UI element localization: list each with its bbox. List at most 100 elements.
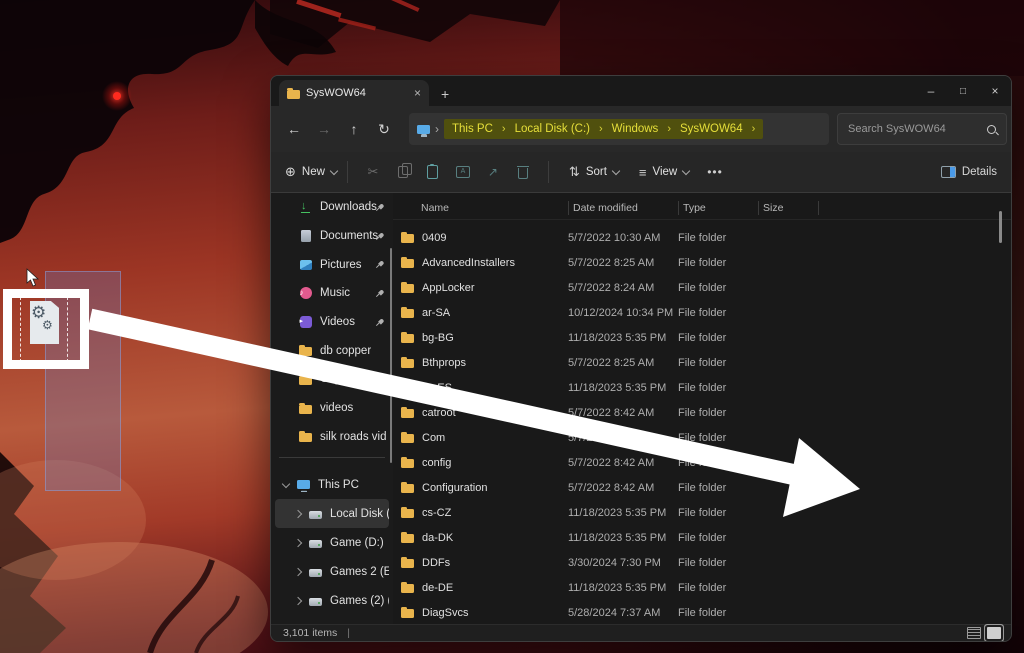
table-row[interactable]: AppLocker5/7/2022 8:24 AMFile folder bbox=[393, 275, 1011, 300]
details-label: Details bbox=[962, 166, 997, 178]
pictures-icon bbox=[299, 258, 312, 271]
chevron-right-icon[interactable] bbox=[294, 596, 302, 604]
pin-icon bbox=[373, 316, 386, 329]
minimize-button[interactable]: – bbox=[915, 76, 947, 106]
file-type: File folder bbox=[678, 357, 758, 369]
plus-circle-icon: ⊕ bbox=[285, 164, 296, 180]
search-input[interactable] bbox=[846, 122, 987, 136]
sidebar-item-silk-roads-videos[interactable]: silk roads videos bbox=[271, 423, 393, 452]
file-type: File folder bbox=[678, 332, 758, 344]
breadcrumb-this-pc[interactable]: This PC bbox=[452, 123, 493, 135]
search-box[interactable] bbox=[837, 113, 1007, 145]
chevron-right-icon[interactable] bbox=[294, 509, 302, 517]
column-divider[interactable] bbox=[678, 201, 679, 215]
table-row[interactable]: catroot5/7/2022 8:42 AMFile folder bbox=[393, 400, 1011, 425]
tree-item-games-2-e-[interactable]: Games 2 (E:) bbox=[275, 557, 389, 586]
sidebar-item-pictures[interactable]: Pictures bbox=[271, 250, 393, 279]
chevron-down-icon bbox=[612, 166, 620, 174]
file-name: DDFs bbox=[422, 557, 450, 569]
table-row[interactable]: Com5/7/2022 8:42 AMFile folder bbox=[393, 425, 1011, 450]
breadcrumb-separator: › bbox=[435, 122, 439, 136]
close-button[interactable]: × bbox=[979, 76, 1011, 106]
folder-icon bbox=[401, 334, 414, 343]
tree-item-local-disk-c-[interactable]: Local Disk (C:) bbox=[275, 499, 389, 528]
table-row[interactable]: bg-BG11/18/2023 5:35 PMFile folder bbox=[393, 325, 1011, 350]
up-button[interactable]: ↑ bbox=[339, 121, 369, 137]
tree-item-label: Game (D:) bbox=[330, 537, 384, 549]
new-button[interactable]: ⊕ New bbox=[285, 164, 337, 180]
share-button[interactable]: ↗ bbox=[478, 165, 508, 179]
close-tab-icon[interactable]: × bbox=[414, 87, 421, 99]
chevron-right-icon[interactable] bbox=[294, 567, 302, 575]
sidebar-item-documents[interactable]: Documents bbox=[271, 222, 393, 251]
details-pane-button[interactable]: Details bbox=[941, 166, 997, 178]
column-header-size[interactable]: Size bbox=[763, 202, 818, 214]
table-row[interactable]: Bthprops5/7/2022 8:25 AMFile folder bbox=[393, 350, 1011, 375]
table-row[interactable]: Configuration5/7/2022 8:42 AMFile folder bbox=[393, 475, 1011, 500]
column-divider[interactable] bbox=[758, 201, 759, 215]
table-row[interactable]: de-DE11/18/2023 5:35 PMFile folder bbox=[393, 575, 1011, 600]
tree-item-game-d-[interactable]: Game (D:) bbox=[275, 528, 389, 557]
column-header-type[interactable]: Type bbox=[683, 202, 758, 214]
new-tab-button[interactable]: + bbox=[441, 87, 449, 101]
more-options-button[interactable]: ••• bbox=[707, 165, 723, 179]
sidebar-item-label: db copper bbox=[320, 345, 371, 357]
view-icon: ≡ bbox=[639, 165, 647, 180]
table-row[interactable]: AdvancedInstallers5/7/2022 8:25 AMFile f… bbox=[393, 250, 1011, 275]
sort-label: Sort bbox=[586, 166, 607, 178]
table-row[interactable]: 04095/7/2022 10:30 AMFile folder bbox=[393, 225, 1011, 250]
sidebar-item-copied-untitled[interactable]: Copied_Untitled bbox=[271, 365, 393, 394]
file-type: File folder bbox=[678, 507, 758, 519]
chevron-down-icon[interactable] bbox=[282, 479, 290, 487]
column-header-name[interactable]: Name bbox=[393, 202, 568, 214]
table-row[interactable]: da-DK11/18/2023 5:35 PMFile folder bbox=[393, 525, 1011, 550]
table-row[interactable]: config5/7/2022 8:42 AMFile folder bbox=[393, 450, 1011, 475]
forward-button[interactable]: → bbox=[309, 121, 339, 137]
sidebar-item-music[interactable]: Music bbox=[271, 279, 393, 308]
folder-icon bbox=[401, 509, 414, 518]
table-row[interactable]: DDFs3/30/2024 7:30 PMFile folder bbox=[393, 550, 1011, 575]
sidebar-item-videos[interactable]: Videos bbox=[271, 308, 393, 337]
sidebar-item-videos[interactable]: videos bbox=[271, 394, 393, 423]
sidebar-item-label: Pictures bbox=[320, 259, 362, 271]
refresh-button[interactable]: ↻ bbox=[369, 121, 399, 138]
sort-button[interactable]: ⇅ Sort bbox=[569, 164, 619, 180]
table-row[interactable]: ar-SA10/12/2024 10:34 PMFile folder bbox=[393, 300, 1011, 325]
chevron-right-icon[interactable] bbox=[294, 538, 302, 546]
table-row[interactable]: cs-CZ11/18/2023 5:35 PMFile folder bbox=[393, 500, 1011, 525]
breadcrumb-syswow64[interactable]: SysWOW64 bbox=[680, 123, 743, 135]
tree-item-label: This PC bbox=[318, 479, 359, 491]
copy-button[interactable] bbox=[388, 166, 418, 178]
sidebar-item-downloads[interactable]: Downloads bbox=[271, 193, 393, 222]
view-button[interactable]: ≡ View bbox=[639, 165, 689, 180]
back-button[interactable]: ← bbox=[279, 121, 309, 137]
table-row[interactable]: DiagSvcs5/28/2024 7:37 AMFile folder bbox=[393, 600, 1011, 624]
rename-button[interactable]: A bbox=[448, 166, 478, 178]
breadcrumb-local-disk[interactable]: Local Disk (C:) bbox=[515, 123, 590, 135]
breadcrumb-windows[interactable]: Windows bbox=[612, 123, 659, 135]
file-type: File folder bbox=[678, 607, 758, 619]
new-button-label: New bbox=[302, 166, 325, 178]
cut-button[interactable]: ✂ bbox=[358, 164, 388, 180]
tab-syswow64[interactable]: SysWOW64 × bbox=[279, 80, 429, 106]
file-name: Configuration bbox=[422, 482, 487, 494]
maximize-button[interactable]: □ bbox=[947, 76, 979, 106]
sidebar-scrollbar[interactable] bbox=[390, 248, 392, 463]
tree-item-games-2-f-[interactable]: Games (2) (F:) bbox=[275, 586, 389, 615]
column-header-date[interactable]: Date modified bbox=[573, 202, 678, 214]
file-type: File folder bbox=[678, 382, 758, 394]
file-name: catroot bbox=[422, 407, 456, 419]
breadcrumb[interactable]: › This PC › Local Disk (C:) › Windows › … bbox=[409, 113, 829, 145]
file-list-scrollbar[interactable] bbox=[999, 211, 1002, 243]
share-icon: ↗ bbox=[488, 165, 498, 179]
large-icons-view-icon[interactable] bbox=[987, 627, 1001, 639]
delete-button[interactable] bbox=[508, 165, 538, 179]
column-divider[interactable] bbox=[818, 201, 819, 215]
file-type: File folder bbox=[678, 407, 758, 419]
column-divider[interactable] bbox=[568, 201, 569, 215]
paste-button[interactable] bbox=[418, 165, 448, 179]
sidebar-item-db-copper[interactable]: db copper bbox=[271, 336, 393, 365]
table-row[interactable]: ca-ES11/18/2023 5:35 PMFile folder bbox=[393, 375, 1011, 400]
details-view-icon[interactable] bbox=[967, 627, 981, 639]
tree-item-this-pc[interactable]: This PC bbox=[275, 470, 389, 499]
